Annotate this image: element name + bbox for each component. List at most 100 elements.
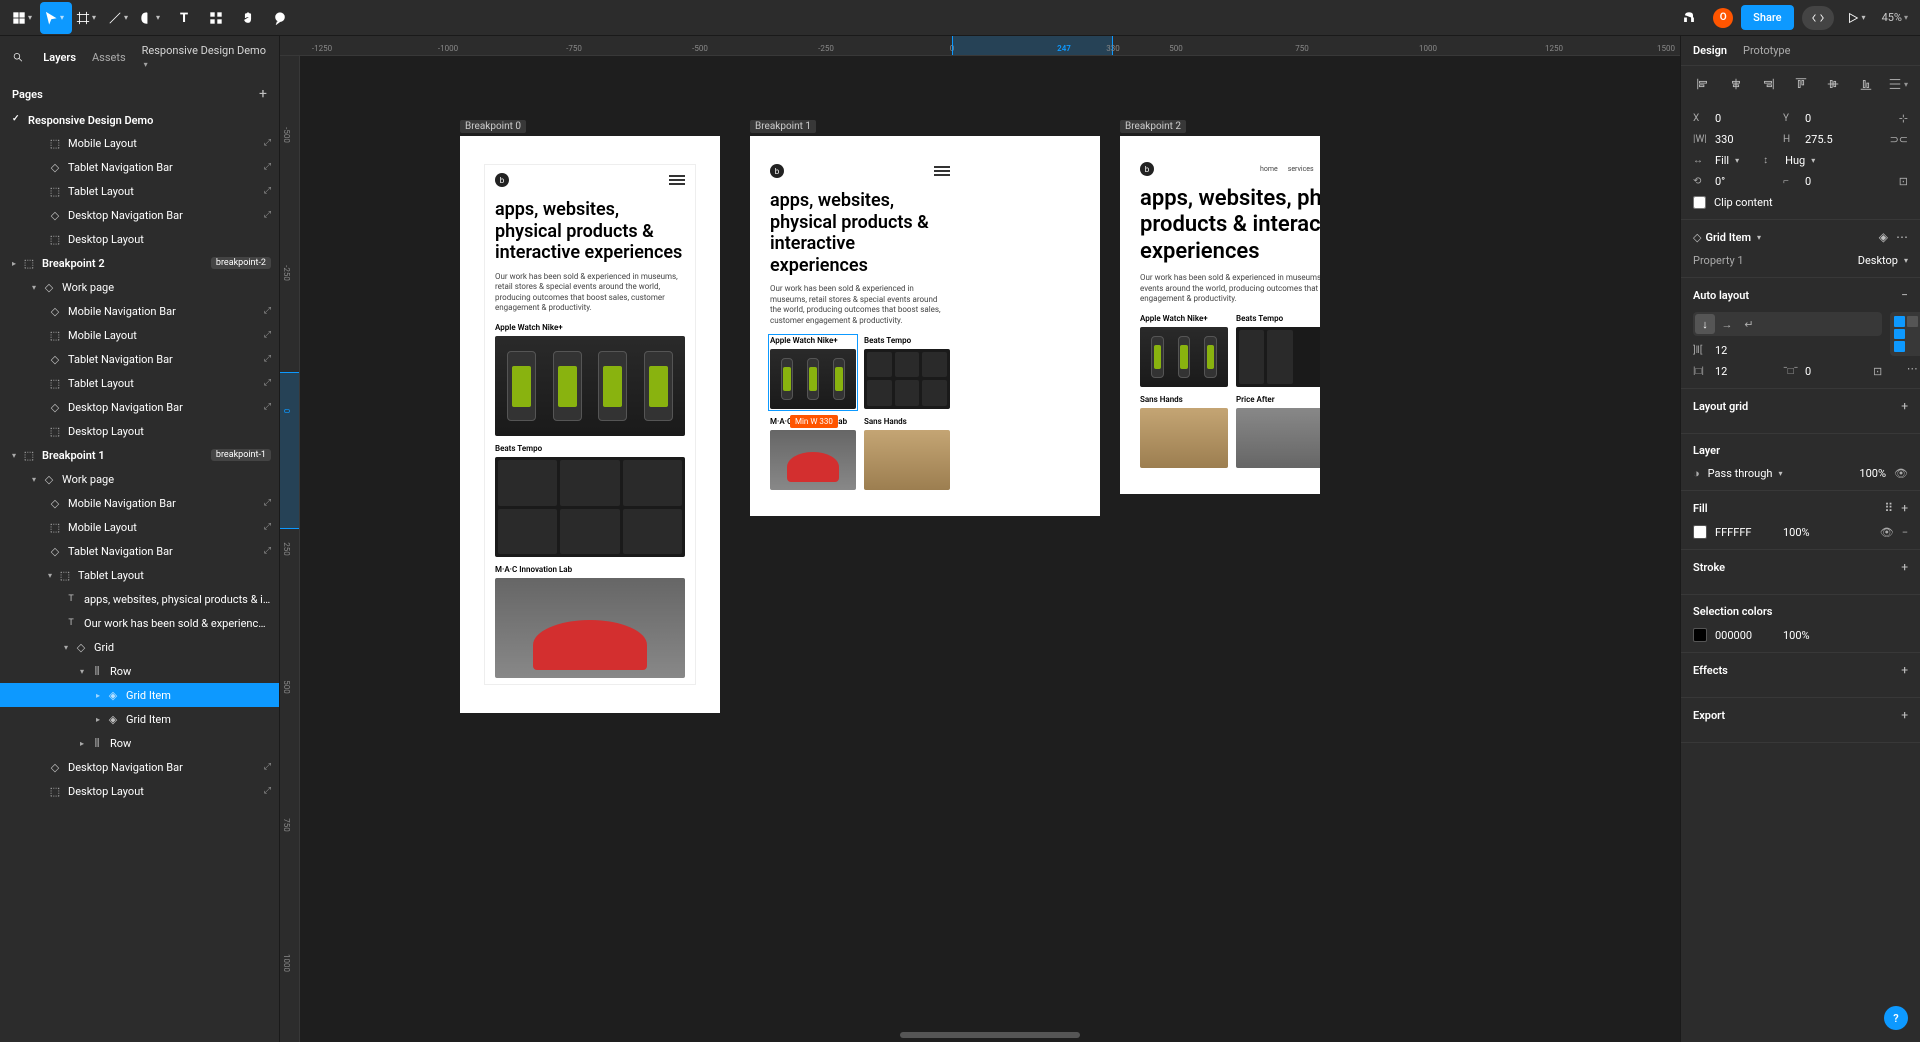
gap-input[interactable] [1715, 344, 1775, 357]
layer-grid-item[interactable]: ▸Grid Item [0, 707, 279, 731]
expand-icon[interactable]: ▾ [12, 451, 22, 460]
frame-tool[interactable]: ▾ [72, 2, 104, 34]
property-dropdown[interactable]: Desktop▾ [1858, 254, 1908, 267]
more-button[interactable]: ⋯ [1896, 230, 1908, 244]
swap-instance-button[interactable]: ◈ [1879, 230, 1888, 244]
x-input[interactable] [1715, 112, 1775, 125]
align-top-button[interactable] [1791, 74, 1811, 94]
layer-mobile-nav[interactable]: Mobile Navigation Bar⤢ [0, 491, 279, 515]
component-dropdown[interactable]: ◇ Grid Item ▾ [1693, 231, 1761, 244]
layer-text-body[interactable]: Our work has been sold & experienced in … [0, 611, 279, 635]
layer-tablet-layout[interactable]: ▾Tablet Layout [0, 563, 279, 587]
layer-mobile-layout[interactable]: Mobile Layout⤢ [0, 323, 279, 347]
layer-mobile-layout[interactable]: Mobile Layout⤢ [0, 131, 279, 155]
visibility-icon[interactable]: ⤢ [264, 210, 271, 220]
visibility-icon[interactable]: ⤢ [264, 786, 271, 796]
expand-icon[interactable]: ▸ [96, 691, 106, 700]
align-right-button[interactable] [1758, 74, 1778, 94]
padh-input[interactable] [1715, 365, 1775, 378]
vsizing-dropdown[interactable]: Hug▾ [1785, 154, 1815, 167]
share-button[interactable]: Share [1741, 5, 1793, 30]
layer-desktop-layout[interactable]: Desktop Layout [0, 227, 279, 251]
search-icon[interactable] [12, 51, 23, 63]
add-stroke-button[interactable]: + [1901, 560, 1908, 574]
layer-breakpoint-1[interactable]: ▾Breakpoint 1breakpoint-1 [0, 443, 279, 467]
visibility-icon[interactable]: ⤢ [264, 138, 271, 148]
audio-button[interactable] [1673, 2, 1705, 34]
hsizing-dropdown[interactable]: Fill▾ [1715, 154, 1739, 167]
layer-mobile-nav[interactable]: Mobile Navigation Bar⤢ [0, 299, 279, 323]
direction-wrap[interactable]: ↵ [1739, 314, 1759, 334]
visibility-icon[interactable]: ⤢ [264, 330, 271, 340]
visibility-icon[interactable]: ⤢ [264, 378, 271, 388]
frame-breakpoint-1[interactable]: Breakpoint 1 b apps, websites, physical … [750, 136, 1100, 516]
zoom-dropdown[interactable]: 45% ▾ [1882, 11, 1912, 24]
distribute-button[interactable]: ▾ [1888, 74, 1908, 94]
fill-swatch[interactable] [1693, 525, 1707, 539]
help-button[interactable]: ? [1884, 1006, 1908, 1030]
comment-tool[interactable] [264, 2, 296, 34]
autolayout-more-button[interactable]: ⋯ [1907, 362, 1918, 375]
visibility-icon[interactable]: ⤢ [264, 762, 271, 772]
dev-mode-toggle[interactable] [1802, 6, 1834, 30]
color-swatch[interactable] [1693, 628, 1707, 642]
radius-individual-button[interactable]: ⊡ [1899, 175, 1908, 188]
align-hcenter-button[interactable] [1726, 74, 1746, 94]
expand-icon[interactable]: ▾ [32, 283, 42, 292]
y-input[interactable] [1805, 112, 1865, 125]
align-vcenter-button[interactable] [1823, 74, 1843, 94]
visibility-icon[interactable]: ⤢ [264, 306, 271, 316]
remove-autolayout-button[interactable]: − [1901, 288, 1908, 302]
add-layoutgrid-button[interactable]: + [1901, 399, 1908, 413]
expand-icon[interactable]: ▸ [12, 259, 22, 268]
visibility-toggle[interactable]: 👁 [1894, 467, 1908, 480]
visibility-icon[interactable]: ⤢ [264, 498, 271, 508]
visibility-icon[interactable]: ⤢ [264, 186, 271, 196]
align-left-button[interactable] [1693, 74, 1713, 94]
visibility-icon[interactable]: ⤢ [264, 162, 271, 172]
selcolor-hex-input[interactable] [1715, 629, 1775, 642]
expand-icon[interactable]: ▾ [64, 643, 74, 652]
expand-icon[interactable]: ▸ [80, 739, 90, 748]
layer-tablet-layout[interactable]: Tablet Layout⤢ [0, 179, 279, 203]
visibility-icon[interactable]: ⤢ [264, 522, 271, 532]
pad-individual-button[interactable]: ⊡ [1873, 365, 1882, 378]
present-button[interactable]: ▾ [1842, 2, 1874, 34]
fill-styles-button[interactable]: ⠿ [1884, 501, 1893, 515]
expand-icon[interactable]: ▾ [48, 571, 58, 580]
layer-grid[interactable]: ▾Grid [0, 635, 279, 659]
layer-desktop-nav[interactable]: Desktop Navigation Bar⤢ [0, 395, 279, 419]
add-effect-button[interactable]: + [1901, 663, 1908, 677]
pen-tool[interactable]: ▾ [104, 2, 136, 34]
layer-tablet-layout[interactable]: Tablet Layout⤢ [0, 371, 279, 395]
expand-icon[interactable]: ▸ [96, 715, 106, 724]
constrain-button[interactable]: ⊃⊂ [1890, 133, 1908, 146]
align-bottom-button[interactable] [1856, 74, 1876, 94]
selcolor-opacity-input[interactable] [1783, 629, 1823, 642]
layer-desktop-nav[interactable]: Desktop Navigation Bar⤢ [0, 203, 279, 227]
layer-desktop-nav[interactable]: Desktop Navigation Bar⤢ [0, 755, 279, 779]
remove-fill-button[interactable]: − [1902, 526, 1908, 539]
w-input[interactable] [1715, 133, 1775, 146]
add-page-button[interactable]: + [259, 86, 267, 102]
layer-row-node[interactable]: ▾Row [0, 659, 279, 683]
direction-vertical[interactable]: ↓ [1695, 314, 1715, 334]
visibility-icon[interactable]: ⤢ [264, 546, 271, 556]
layer-text-heading[interactable]: apps, websites, physical products & inte… [0, 587, 279, 611]
abs-position-button[interactable]: ⊹ [1899, 112, 1908, 125]
visibility-icon[interactable]: ⤢ [264, 402, 271, 412]
horizontal-scrollbar[interactable] [900, 1032, 1080, 1038]
layer-work-page[interactable]: ▾Work page [0, 275, 279, 299]
rotation-input[interactable] [1715, 175, 1775, 188]
layer-tablet-nav[interactable]: Tablet Navigation Bar⤢ [0, 347, 279, 371]
file-name-dropdown[interactable]: Responsive Design Demo ▾ [142, 44, 267, 70]
canvas[interactable]: -1250 -1000 -750 -500 -250 0 247 330 500… [280, 36, 1680, 1042]
clip-content-checkbox[interactable] [1693, 196, 1706, 209]
layer-row-node[interactable]: ▸Row [0, 731, 279, 755]
alignment-grid[interactable] [1890, 312, 1920, 356]
layer-mobile-layout[interactable]: Mobile Layout⤢ [0, 515, 279, 539]
move-tool[interactable]: ▾ [40, 2, 72, 34]
main-menu-button[interactable]: ▾ [8, 2, 40, 34]
tab-prototype[interactable]: Prototype [1743, 44, 1790, 57]
layer-work-page[interactable]: ▾Work page [0, 467, 279, 491]
